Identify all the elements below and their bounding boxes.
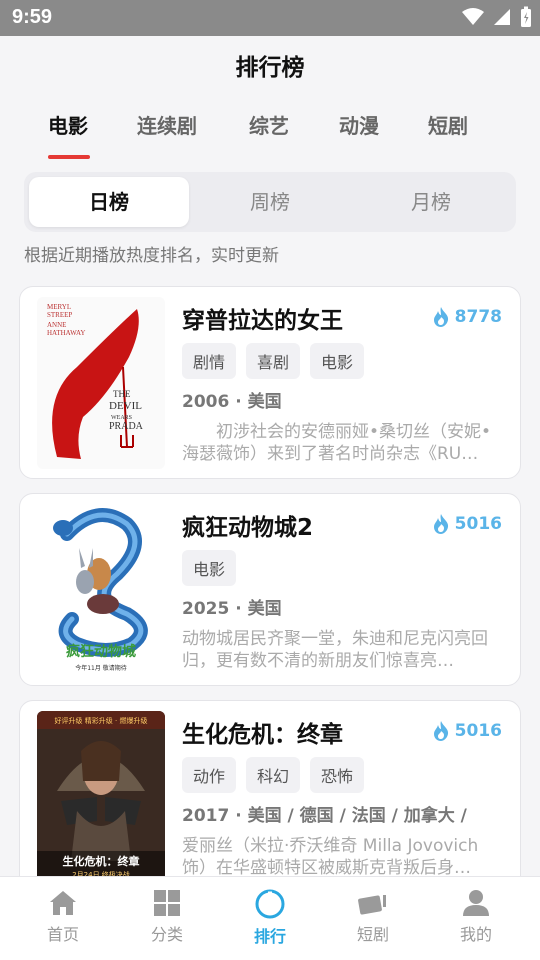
genre-tag: 电影 — [310, 343, 365, 379]
page-title: 排行榜 — [235, 55, 305, 81]
segment-weekly[interactable]: 周榜 — [190, 177, 350, 227]
tab-anime[interactable]: 动漫 — [339, 110, 379, 139]
nav-short-drama-label: 短剧 — [356, 925, 389, 944]
poster-image[interactable]: 疯狂动物城 今年11月 敬请期待 — [37, 504, 165, 676]
status-icons — [462, 6, 532, 28]
movie-title: 穿普拉达的女王 — [182, 308, 343, 334]
battery-icon — [521, 6, 531, 27]
nav-profile-label: 我的 — [459, 925, 492, 944]
svg-text:今年11月 敬请期待: 今年11月 敬请期待 — [75, 664, 127, 672]
ranking-circle-icon — [255, 889, 285, 919]
home-icon — [50, 891, 76, 915]
tab-series[interactable]: 连续剧 — [137, 110, 197, 139]
segment-daily[interactable]: 日榜 — [29, 177, 189, 227]
svg-text:疯狂动物城: 疯狂动物城 — [66, 643, 136, 660]
grid-icon — [154, 890, 180, 916]
flame-icon — [433, 721, 448, 741]
movie-description: 爱丽丝（米拉·乔沃维奇 Milla Jovovich 饰）在华盛顿特区被威斯克背… — [182, 836, 479, 878]
heat-value: 5016 — [454, 721, 502, 741]
signal-icon — [494, 9, 510, 25]
heat-value: 8778 — [454, 307, 502, 327]
ranking-card[interactable]: MERYL STREEP ANNE HATHAWAY THE DEVIL WEA… — [19, 286, 521, 479]
tag-list: 动作 科幻 恐怖 — [182, 757, 365, 793]
status-bar: 9:59 — [0, 0, 540, 36]
tag-list: 电影 — [182, 550, 237, 586]
genre-tag: 恐怖 — [310, 757, 365, 793]
movie-description: 初涉社会的安德丽娅•桑切丝（安妮•海瑟薇饰）来到了著名时尚杂志《RU… — [182, 422, 492, 464]
nav-category-label: 分类 — [150, 925, 183, 944]
nav-category[interactable]: 分类 — [127, 889, 207, 945]
movie-title: 生化危机：终章 — [182, 722, 343, 748]
year-country: 2017 · 美国 / 德国 / 法国 / 加拿大 / — [182, 806, 467, 826]
heat-value: 5016 — [454, 514, 502, 534]
year-country: 2006 · 美国 — [182, 392, 282, 412]
movie-title: 疯狂动物城2 — [182, 515, 314, 541]
nav-ranking-label: 排行 — [253, 927, 286, 946]
flame-icon — [433, 307, 448, 327]
heat-score: 5016 — [433, 721, 502, 741]
flame-icon — [433, 514, 448, 534]
genre-tag: 科幻 — [246, 757, 301, 793]
svg-text:好评升级 精彩升级 · 燃爆升级: 好评升级 精彩升级 · 燃爆升级 — [55, 716, 148, 725]
tab-movie[interactable]: 电影 — [48, 110, 88, 139]
category-tabs: 电影 连续剧 综艺 动漫 短剧 — [0, 100, 540, 164]
short-drama-icon — [358, 895, 386, 915]
segment-monthly[interactable]: 月榜 — [351, 177, 511, 227]
genre-tag: 动作 — [182, 757, 237, 793]
ranking-card[interactable]: 好评升级 精彩升级 · 燃爆升级 生化危机：终章 2月24日 终极决战 生化危机… — [19, 700, 521, 900]
heat-score: 8778 — [433, 307, 502, 327]
active-tab-indicator — [48, 155, 90, 159]
svg-text:THE: THE — [113, 389, 131, 399]
svg-text:STREEP: STREEP — [47, 311, 72, 319]
svg-text:HATHAWAY: HATHAWAY — [47, 329, 85, 337]
heat-score: 5016 — [433, 514, 502, 534]
bottom-navigation: 首页 分类 排行 短剧 我的 — [0, 876, 540, 960]
tab-short-drama[interactable]: 短剧 — [428, 110, 468, 139]
genre-tag: 剧情 — [182, 343, 237, 379]
svg-text:PRADA: PRADA — [109, 421, 144, 432]
profile-icon — [463, 890, 489, 916]
nav-ranking[interactable]: 排行 — [230, 889, 310, 947]
svg-text:生化危机：终章: 生化危机：终章 — [63, 854, 140, 868]
svg-text:DEVIL: DEVIL — [109, 400, 142, 412]
year-country: 2025 · 美国 — [182, 599, 282, 619]
nav-home-label: 首页 — [46, 925, 79, 944]
poster-image[interactable]: 好评升级 精彩升级 · 燃爆升级 生化危机：终章 2月24日 终极决战 — [37, 711, 165, 883]
page-header: 排行榜 — [0, 36, 540, 92]
genre-tag: 喜剧 — [246, 343, 301, 379]
poster-image[interactable]: MERYL STREEP ANNE HATHAWAY THE DEVIL WEA… — [37, 297, 165, 469]
tag-list: 剧情 喜剧 电影 — [182, 343, 365, 379]
svg-text:ANNE: ANNE — [47, 321, 66, 329]
genre-tag: 电影 — [182, 550, 237, 586]
movie-description: 动物城居民齐聚一堂，朱迪和尼克闪亮回归，更有数不清的新朋友们惊喜亮… — [182, 629, 488, 671]
nav-short-drama[interactable]: 短剧 — [333, 889, 413, 945]
wifi-icon — [462, 8, 484, 25]
nav-profile[interactable]: 我的 — [436, 889, 516, 945]
period-segmented-control: 日榜 周榜 月榜 — [24, 172, 516, 232]
ranking-card[interactable]: 疯狂动物城 今年11月 敬请期待 疯狂动物城2 5016 电影 2025 · 美… — [19, 493, 521, 686]
nav-home[interactable]: 首页 — [23, 889, 103, 945]
status-time: 9:59 — [12, 6, 53, 28]
tab-variety[interactable]: 综艺 — [249, 110, 289, 139]
svg-text:MERYL: MERYL — [47, 303, 71, 311]
ranking-subtitle: 根据近期播放热度排名，实时更新 — [24, 246, 279, 266]
